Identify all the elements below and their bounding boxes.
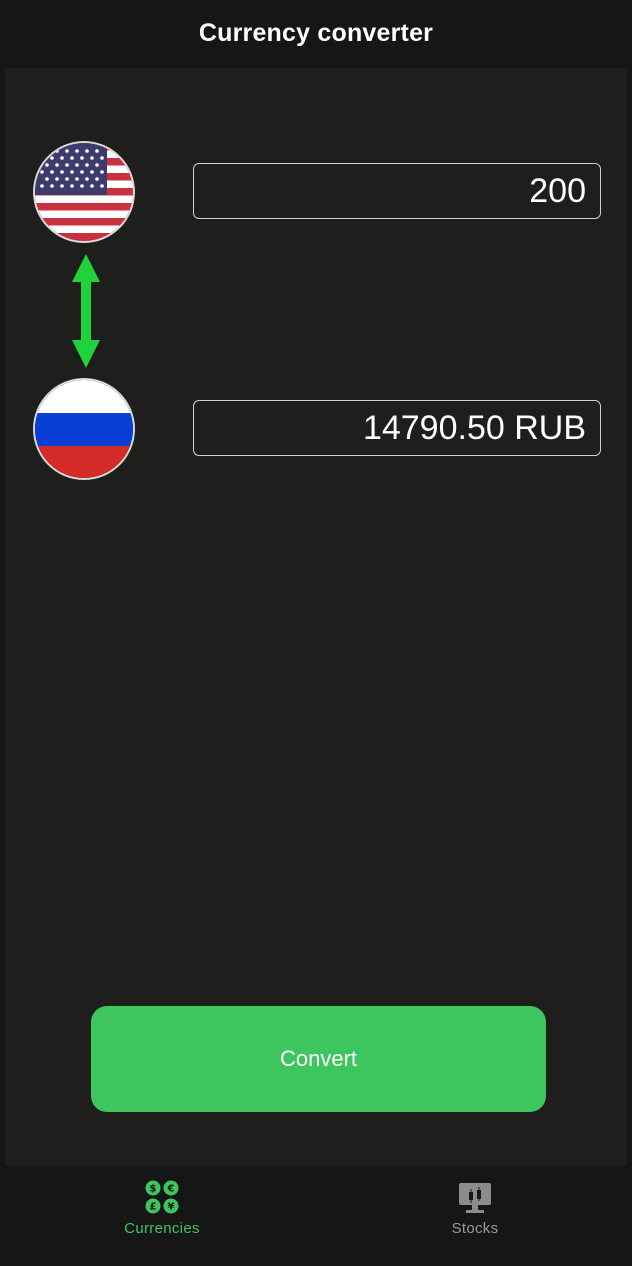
svg-text:€: € <box>167 1184 175 1195</box>
tab-currencies[interactable]: $ € £ ¥ Currencies <box>62 1166 262 1266</box>
svg-text:¥: ¥ <box>168 1202 175 1213</box>
swap-vertical-icon[interactable] <box>70 252 102 370</box>
convert-button[interactable]: Convert <box>91 1006 546 1112</box>
to-amount-field[interactable]: 14790.50 RUB <box>193 400 601 456</box>
right-edge <box>627 0 632 1266</box>
us-flag-icon[interactable] <box>35 143 133 241</box>
currencies-icon: $ € £ ¥ <box>145 1180 179 1214</box>
tab-bar: $ € £ ¥ Currencies Stocks <box>0 1166 632 1266</box>
stocks-icon <box>459 1183 491 1213</box>
tab-stocks[interactable]: Stocks <box>375 1166 575 1266</box>
currency-converter-screen: Currency converter 200 14790.50 RUB Conv… <box>0 0 632 1266</box>
from-amount-field[interactable]: 200 <box>193 163 601 219</box>
navigation-bar: Currency converter <box>0 0 632 68</box>
page-title: Currency converter <box>198 18 434 47</box>
svg-text:$: $ <box>150 1184 157 1195</box>
svg-text:£: £ <box>150 1202 157 1213</box>
left-edge <box>0 0 5 1266</box>
tab-currencies-label: Currencies <box>124 1220 200 1237</box>
ru-flag-icon[interactable] <box>35 380 133 478</box>
tab-stocks-label: Stocks <box>451 1220 499 1237</box>
